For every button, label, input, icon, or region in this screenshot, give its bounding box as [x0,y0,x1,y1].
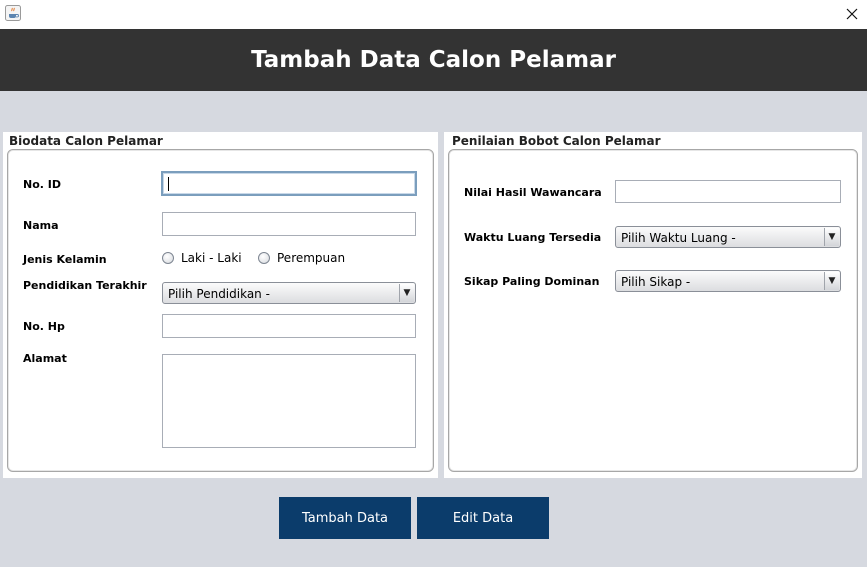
chevron-down-icon: ▼ [399,284,414,302]
waktu-label: Waktu Luang Tersedia [464,231,602,244]
nama-field[interactable] [162,212,416,236]
radio-button-icon [162,252,174,264]
id-field[interactable] [161,171,417,196]
gender-radio-laki[interactable]: Laki - Laki [162,251,242,265]
window-titlebar [0,0,867,29]
pendidikan-select[interactable]: Pilih Pendidikan - ▼ [162,282,416,304]
page-header: Tambah Data Calon Pelamar [0,29,867,91]
gender-radio-perempuan[interactable]: Perempuan [258,251,345,265]
alamat-label: Alamat [23,352,67,365]
sikap-label: Sikap Paling Dominan [464,275,600,288]
wawancara-label: Nilai Hasil Wawancara [464,186,602,199]
sikap-select[interactable]: Pilih Sikap - ▼ [615,270,841,292]
id-label: No. ID [23,178,61,191]
alamat-textarea[interactable] [162,354,416,448]
radio-button-icon [258,252,270,264]
biodata-panel: Biodata Calon Pelamar No. ID Nama Jenis … [3,132,438,478]
wawancara-field[interactable] [615,180,841,203]
nama-label: Nama [23,219,59,232]
hp-label: No. Hp [23,320,65,333]
gender-option-laki: Laki - Laki [181,251,242,265]
hp-field[interactable] [162,314,416,338]
close-button[interactable] [837,0,867,28]
gender-label: Jenis Kelamin [23,253,107,266]
waktu-selected: Pilih Waktu Luang - [621,231,736,245]
chevron-down-icon: ▼ [824,228,839,246]
text-caret [168,177,169,191]
chevron-down-icon: ▼ [824,272,839,290]
tambah-data-button[interactable]: Tambah Data [279,497,411,539]
page-title: Tambah Data Calon Pelamar [251,47,616,73]
gender-option-perempuan: Perempuan [277,251,346,265]
biodata-panel-title: Biodata Calon Pelamar [9,134,163,148]
penilaian-panel: Penilaian Bobot Calon Pelamar Nilai Hasi… [444,132,862,478]
waktu-select[interactable]: Pilih Waktu Luang - ▼ [615,226,841,248]
pendidikan-label: Pendidikan Terakhir [23,279,147,292]
close-icon [846,8,858,20]
java-cup-icon [5,5,21,21]
edit-data-button[interactable]: Edit Data [417,497,549,539]
pendidikan-selected: Pilih Pendidikan - [168,287,270,301]
sikap-selected: Pilih Sikap - [621,275,691,289]
penilaian-panel-title: Penilaian Bobot Calon Pelamar [452,134,661,148]
